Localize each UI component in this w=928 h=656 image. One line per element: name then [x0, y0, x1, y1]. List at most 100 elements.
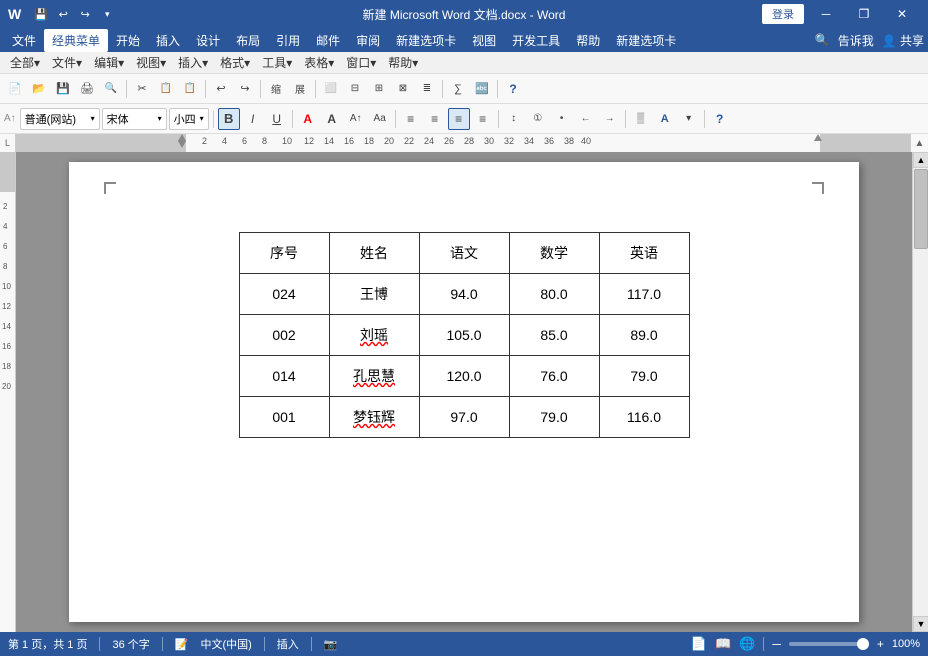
- print-btn[interactable]: 🖨: [76, 78, 98, 100]
- classic-table[interactable]: 表格▾: [298, 52, 340, 73]
- italic-button[interactable]: I: [242, 108, 264, 130]
- restore-button[interactable]: ❐: [846, 0, 882, 28]
- scroll-thumb[interactable]: [914, 169, 928, 249]
- redo-quick-btn[interactable]: ↪: [75, 4, 95, 24]
- undo-quick-btn[interactable]: ↩: [53, 4, 73, 24]
- v-ruler-8: 16: [2, 342, 11, 351]
- more-btn[interactable]: ⬜: [320, 78, 342, 100]
- menu-item-view[interactable]: 视图: [464, 29, 504, 52]
- save-quick-btn[interactable]: 💾: [31, 4, 51, 24]
- align-left-btn[interactable]: ≡: [400, 108, 422, 130]
- classic-file[interactable]: 文件▾: [46, 52, 88, 73]
- classic-window[interactable]: 窗口▾: [340, 52, 382, 73]
- classic-view[interactable]: 视图▾: [130, 52, 172, 73]
- redo-btn[interactable]: ↪: [234, 78, 256, 100]
- table-row: 014 孔思慧 120.0 76.0 79.0: [239, 356, 689, 397]
- align-justify-btn[interactable]: ≡: [472, 108, 494, 130]
- text-color2-btn[interactable]: A: [654, 108, 676, 130]
- more-format-btn[interactable]: ▾: [678, 108, 700, 130]
- view-read-btn[interactable]: 📖: [715, 636, 731, 652]
- share-button[interactable]: 👤 共享: [882, 32, 924, 49]
- indent-dec-btn[interactable]: ←: [575, 108, 597, 130]
- help-btn[interactable]: ?: [502, 78, 524, 100]
- align-center-btn[interactable]: ≡: [424, 108, 446, 130]
- menu-item-home[interactable]: 开始: [108, 29, 148, 52]
- menu-item-file[interactable]: 文件: [4, 29, 44, 52]
- table-view-btn[interactable]: ⊠: [392, 78, 414, 100]
- zoom-slider[interactable]: [789, 642, 869, 646]
- zoom-level[interactable]: 100%: [892, 638, 920, 650]
- expand-btn[interactable]: 展: [289, 78, 311, 100]
- menu-item-newtab2[interactable]: 新建选项卡: [608, 29, 684, 52]
- cut-btn[interactable]: ✂: [131, 78, 153, 100]
- font-color-btn[interactable]: A: [297, 108, 319, 130]
- save-btn[interactable]: 💾: [52, 78, 74, 100]
- bullets-btn[interactable]: •: [551, 108, 573, 130]
- open-btn[interactable]: 📂: [28, 78, 50, 100]
- menu-item-insert[interactable]: 插入: [148, 29, 188, 52]
- print-preview-btn[interactable]: 🔍: [100, 78, 122, 100]
- numbering-btn[interactable]: ①: [527, 108, 549, 130]
- document-canvas[interactable]: 序号 姓名 语文 数学 英语 024 王博 94.0 80.0: [16, 152, 912, 632]
- menu-item-layout[interactable]: 布局: [228, 29, 268, 52]
- menu-item-review[interactable]: 审阅: [348, 29, 388, 52]
- cell-chinese-0: 94.0: [419, 274, 509, 315]
- menu-item-design[interactable]: 设计: [188, 29, 228, 52]
- ruler-num-12: 12: [304, 136, 314, 146]
- paste-btn[interactable]: 📋: [179, 78, 201, 100]
- copy-btn[interactable]: 📋: [155, 78, 177, 100]
- login-button[interactable]: 登录: [762, 4, 804, 24]
- menu-item-devtools[interactable]: 开发工具: [504, 29, 568, 52]
- shrink-btn[interactable]: 缩: [265, 78, 287, 100]
- indent-inc-btn[interactable]: →: [599, 108, 621, 130]
- ruler-collapse-btn[interactable]: ▲: [910, 134, 928, 152]
- size-dropdown[interactable]: 小四 ▾: [169, 108, 209, 130]
- zoom-out-btn[interactable]: ─: [772, 637, 781, 651]
- classic-edit[interactable]: 编辑▾: [88, 52, 130, 73]
- classic-all[interactable]: 全部▾: [4, 52, 46, 73]
- normal-view-btn[interactable]: ≣: [416, 78, 438, 100]
- header-math: 数学: [509, 233, 599, 274]
- underline-button[interactable]: U: [266, 108, 288, 130]
- rows-btn[interactable]: ⊞: [368, 78, 390, 100]
- bold-button[interactable]: B: [218, 108, 240, 130]
- menu-item-references[interactable]: 引用: [268, 29, 308, 52]
- customize-quick-btn[interactable]: ▾: [97, 4, 117, 24]
- language-indicator[interactable]: 中文(中国): [200, 636, 251, 652]
- align-right-btn[interactable]: ≡: [448, 108, 470, 130]
- close-button[interactable]: ✕: [884, 0, 920, 28]
- classic-tools[interactable]: 工具▾: [256, 52, 298, 73]
- line-spacing-btn[interactable]: ↕: [503, 108, 525, 130]
- menu-item-mailings[interactable]: 邮件: [308, 29, 348, 52]
- font-dropdown[interactable]: 宋体 ▾: [102, 108, 167, 130]
- col-btn[interactable]: ⊟: [344, 78, 366, 100]
- minimize-button[interactable]: ─: [808, 0, 844, 28]
- scroll-up-btn[interactable]: ▲: [913, 152, 928, 168]
- menu-item-classic[interactable]: 经典菜单: [44, 29, 108, 52]
- style-dropdown[interactable]: 普通(网站) ▾: [20, 108, 100, 130]
- classic-format[interactable]: 格式▾: [214, 52, 256, 73]
- text-shading-btn[interactable]: ▒: [630, 108, 652, 130]
- toolbar-sep-4: [315, 80, 316, 98]
- menu-item-newtab1[interactable]: 新建选项卡: [388, 29, 464, 52]
- font-size-shrink[interactable]: Aa: [369, 108, 391, 130]
- field-btn[interactable]: ∑: [447, 78, 469, 100]
- menu-item-help[interactable]: 帮助: [568, 29, 608, 52]
- sort-btn[interactable]: 🔤: [471, 78, 493, 100]
- highlight-btn[interactable]: A: [321, 108, 343, 130]
- view-print-btn[interactable]: 📄: [691, 636, 707, 652]
- zoom-in-btn[interactable]: +: [877, 637, 884, 651]
- insert-mode[interactable]: 插入: [277, 636, 299, 652]
- tell-me-label[interactable]: 告诉我: [838, 32, 874, 49]
- font-size-grow[interactable]: A↑: [345, 108, 367, 130]
- classic-insert[interactable]: 插入▾: [172, 52, 214, 73]
- undo-btn[interactable]: ↩: [210, 78, 232, 100]
- new-doc-btn[interactable]: 📄: [4, 78, 26, 100]
- scroll-down-btn[interactable]: ▼: [913, 616, 928, 632]
- vertical-scrollbar[interactable]: ▲ ▼: [912, 152, 928, 632]
- help2-btn[interactable]: ?: [709, 108, 731, 130]
- view-web-btn[interactable]: 🌐: [739, 636, 755, 652]
- ruler-corner[interactable]: L: [0, 134, 16, 152]
- classic-help[interactable]: 帮助▾: [382, 52, 424, 73]
- cell-english-1: 89.0: [599, 315, 689, 356]
